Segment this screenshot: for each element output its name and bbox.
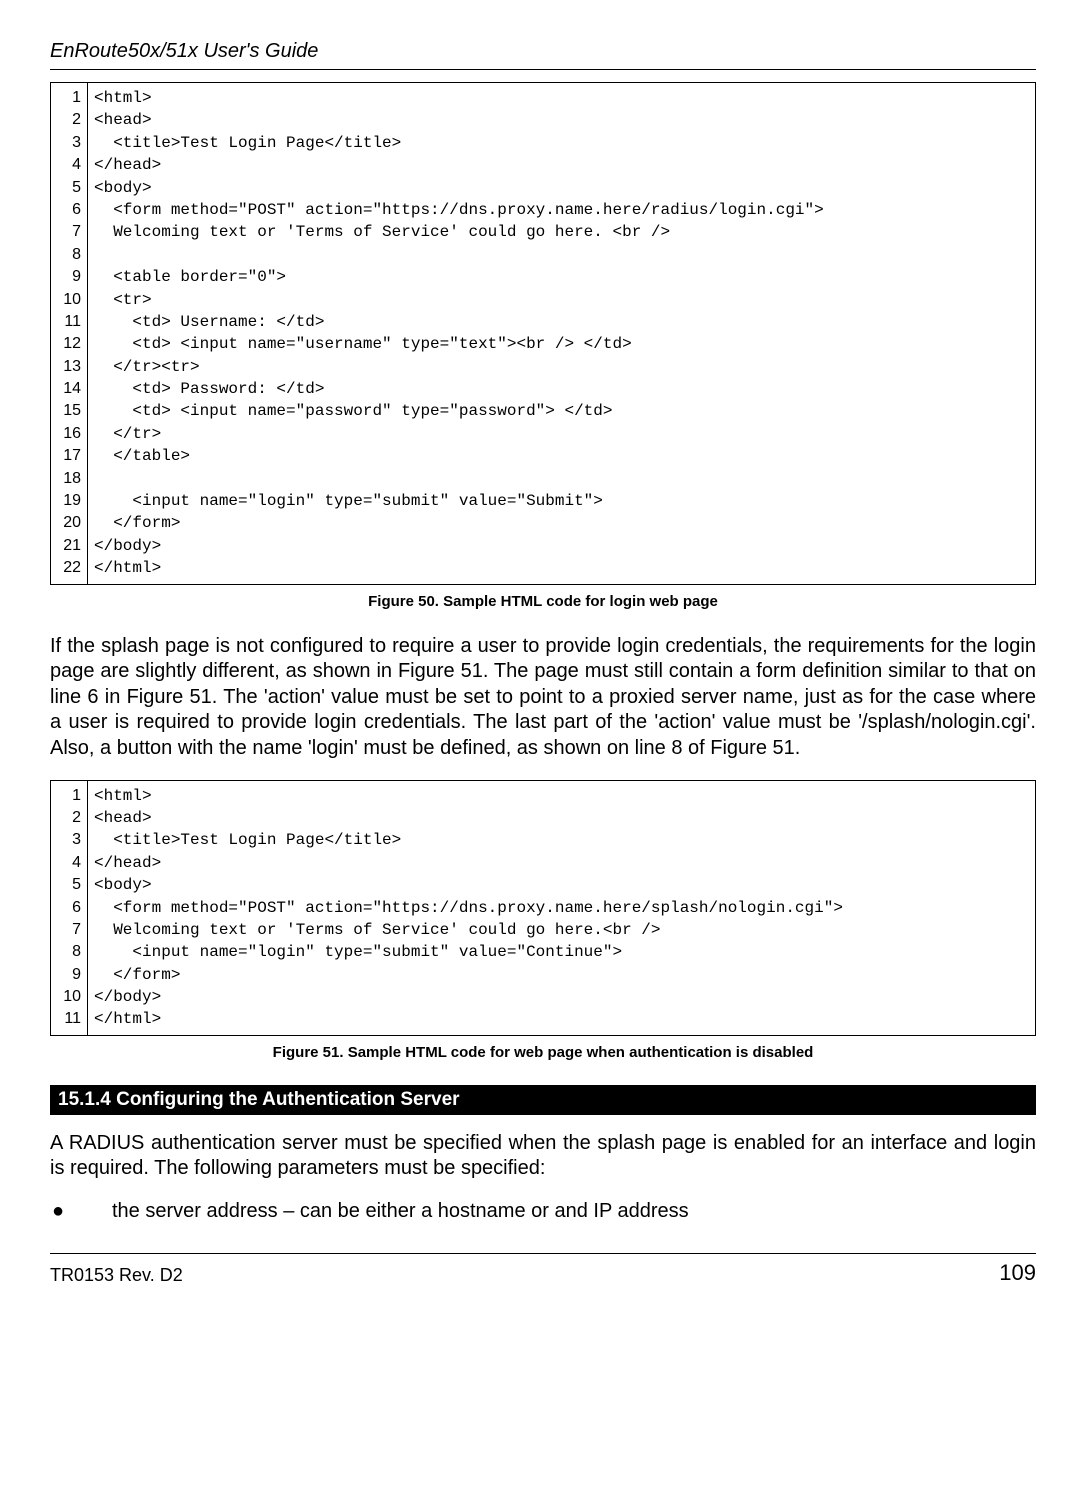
figure-50-caption: Figure 50. Sample HTML code for login we… [50, 593, 1036, 610]
code-content: <html> <head> <title>Test Login Page</ti… [88, 781, 1035, 1035]
code-block-figure-51: 1 2 3 4 5 6 7 8 9 10 11 <html> <head> <t… [50, 780, 1036, 1036]
page-footer: TR0153 Rev. D2 109 [50, 1253, 1036, 1286]
header-rule [50, 69, 1036, 70]
footer-page-number: 109 [999, 1260, 1036, 1286]
figure-51-caption: Figure 51. Sample HTML code for web page… [50, 1044, 1036, 1061]
paragraph-splash-page: If the splash page is not configured to … [50, 634, 1036, 762]
code-line-numbers: 1 2 3 4 5 6 7 8 9 10 11 [51, 781, 88, 1035]
doc-header-title: EnRoute50x/51x User's Guide [50, 40, 1036, 63]
paragraph-radius-server: A RADIUS authentication server must be s… [50, 1131, 1036, 1182]
bullet-text: the server address – can be either a hos… [112, 1200, 1036, 1223]
bullet-marker: ● [50, 1200, 112, 1223]
code-content: <html> <head> <title>Test Login Page</ti… [88, 83, 1035, 584]
section-header-15-1-4: 15.1.4 Configuring the Authentication Se… [50, 1085, 1036, 1115]
bullet-item: ● the server address – can be either a h… [50, 1200, 1036, 1223]
footer-doc-id: TR0153 Rev. D2 [50, 1265, 183, 1286]
code-line-numbers: 1 2 3 4 5 6 7 8 9 10 11 12 13 14 15 16 1… [51, 83, 88, 584]
code-block-figure-50: 1 2 3 4 5 6 7 8 9 10 11 12 13 14 15 16 1… [50, 82, 1036, 585]
